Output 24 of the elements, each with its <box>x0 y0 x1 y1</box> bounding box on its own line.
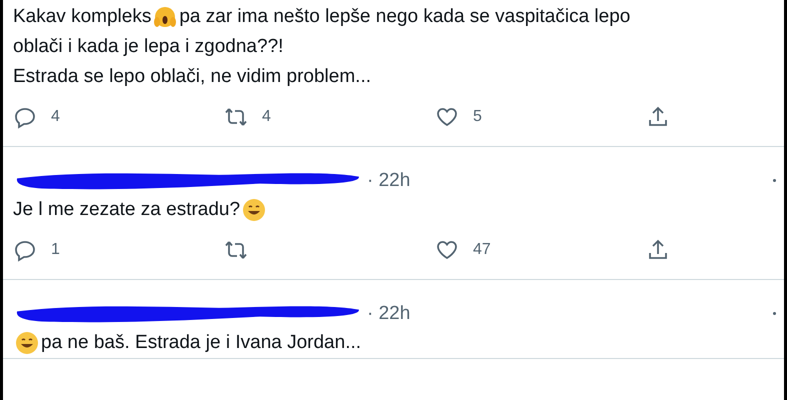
reply-icon[interactable] <box>13 238 37 262</box>
tweet-text: pa zar ima nešto lepše nego kada se vaspitačica lepo <box>179 5 630 29</box>
action-count: 4 <box>262 108 271 126</box>
grinning-face-icon <box>15 331 39 355</box>
action-count: 4 <box>51 108 60 126</box>
grinning-face-icon <box>242 198 266 222</box>
heart-icon[interactable] <box>435 238 459 262</box>
action-count: 1 <box>51 241 60 259</box>
tweet-text: Estrada se lepo oblači, ne vidim problem... <box>13 65 372 89</box>
action-count: 5 <box>473 108 482 126</box>
timestamp: · 22h <box>367 303 410 325</box>
reply-icon[interactable] <box>13 105 37 129</box>
screaming-face-icon <box>153 5 178 29</box>
action-count: 47 <box>473 241 491 259</box>
share-icon[interactable] <box>646 238 670 262</box>
share-icon[interactable] <box>646 105 670 129</box>
reply-text: Je l me zezate za estradu? <box>13 198 240 222</box>
reply-text: pa ne baš. Estrada je i Ivana Jordan... <box>41 331 362 355</box>
timestamp: · 22h <box>367 170 410 192</box>
more-icon[interactable] <box>773 179 776 182</box>
heart-icon[interactable] <box>435 105 459 129</box>
more-icon[interactable] <box>773 312 776 315</box>
tweet-text: Kakav kompleks <box>13 5 152 29</box>
tweet-text: oblači i kada je lepa i zgodna??! <box>13 35 284 59</box>
